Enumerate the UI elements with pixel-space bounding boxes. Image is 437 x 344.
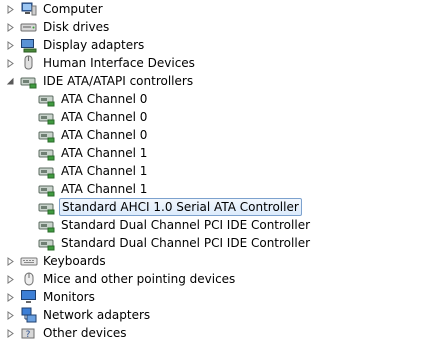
collapsed-arrow-icon[interactable] xyxy=(6,270,15,288)
tree-item-label: Human Interface Devices xyxy=(43,56,195,70)
computer-icon xyxy=(20,1,38,17)
ide-controller-icon xyxy=(38,91,56,107)
tree-item-label: ATA Channel 0 xyxy=(61,128,148,142)
tree-device[interactable]: ATA Channel 1 xyxy=(38,162,149,180)
tree-item-label: Keyboards xyxy=(43,254,106,268)
tree-item-label: Standard AHCI 1.0 Serial ATA Controller xyxy=(59,198,302,216)
tree-device[interactable]: ATA Channel 0 xyxy=(38,90,149,108)
tree-category[interactable]: IDE ATA/ATAPI controllers xyxy=(6,72,195,90)
keyboard-icon xyxy=(20,253,38,269)
collapsed-arrow-icon[interactable] xyxy=(6,288,15,306)
tree-category[interactable]: Network adapters xyxy=(7,306,152,324)
tree-item-label: IDE ATA/ATAPI controllers xyxy=(43,74,194,88)
collapsed-arrow-icon[interactable] xyxy=(6,324,15,342)
ide-controller-icon xyxy=(38,163,56,179)
collapsed-arrow-icon[interactable] xyxy=(6,252,15,270)
tree-device[interactable]: Standard Dual Channel PCI IDE Controller xyxy=(38,234,312,252)
tree-category[interactable]: Disk drives xyxy=(7,18,111,36)
tree-item-label: ATA Channel 1 xyxy=(61,164,148,178)
collapsed-arrow-icon[interactable] xyxy=(6,18,15,36)
tree-category[interactable]: Monitors xyxy=(7,288,97,306)
tree-device[interactable]: Standard Dual Channel PCI IDE Controller xyxy=(38,216,312,234)
tree-device[interactable]: ATA Channel 0 xyxy=(38,108,149,126)
ide-controller-icon xyxy=(38,235,56,251)
collapsed-arrow-icon[interactable] xyxy=(6,306,15,324)
ide-controller-icon xyxy=(20,73,38,89)
tree-item-label: Computer xyxy=(43,2,103,16)
tree-item-label: ATA Channel 0 xyxy=(61,110,148,124)
other-devices-icon: ? xyxy=(20,325,38,341)
tree-category[interactable]: Keyboards xyxy=(7,252,108,270)
ide-controller-icon xyxy=(38,127,56,143)
monitor-icon xyxy=(20,289,38,305)
ide-controller-icon xyxy=(38,181,56,197)
tree-item-label: Other devices xyxy=(43,326,127,340)
collapsed-arrow-icon[interactable] xyxy=(6,54,15,72)
tree-category[interactable]: ? Other devices xyxy=(7,324,129,342)
tree-item-label: Mice and other pointing devices xyxy=(43,272,236,286)
tree-item-label: Display adapters xyxy=(43,38,145,52)
expanded-arrow-icon[interactable] xyxy=(6,72,15,90)
hid-icon xyxy=(20,55,38,71)
collapsed-arrow-icon[interactable] xyxy=(6,36,15,54)
tree-item-label: Standard Dual Channel PCI IDE Controller xyxy=(61,236,311,250)
tree-device[interactable]: ATA Channel 1 xyxy=(38,144,149,162)
tree-item-label: Network adapters xyxy=(43,308,151,322)
tree-category[interactable]: Human Interface Devices xyxy=(7,54,197,72)
tree-item-label: ATA Channel 0 xyxy=(61,92,148,106)
network-adapter-icon xyxy=(20,307,38,323)
disk-drive-icon xyxy=(20,19,38,35)
tree-item-label: Monitors xyxy=(43,290,95,304)
display-adapter-icon xyxy=(20,37,38,53)
ide-controller-icon xyxy=(38,217,56,233)
tree-device[interactable]: ATA Channel 1 xyxy=(38,180,149,198)
mouse-icon xyxy=(20,271,38,287)
ide-controller-icon xyxy=(38,199,56,215)
tree-category[interactable]: Display adapters xyxy=(7,36,146,54)
tree-category[interactable]: Mice and other pointing devices xyxy=(7,270,237,288)
ide-controller-icon xyxy=(38,109,56,125)
tree-category[interactable]: Computer xyxy=(7,0,105,18)
tree-item-label: ATA Channel 1 xyxy=(61,146,148,160)
tree-device[interactable]: Standard AHCI 1.0 Serial ATA Controller xyxy=(38,198,302,216)
tree-device[interactable]: ATA Channel 0 xyxy=(38,126,149,144)
collapsed-arrow-icon[interactable] xyxy=(6,0,15,18)
tree-item-label: ATA Channel 1 xyxy=(61,182,148,196)
svg-text:?: ? xyxy=(26,330,31,340)
ide-controller-icon xyxy=(38,145,56,161)
tree-item-label: Standard Dual Channel PCI IDE Controller xyxy=(61,218,311,232)
tree-item-label: Disk drives xyxy=(43,20,110,34)
